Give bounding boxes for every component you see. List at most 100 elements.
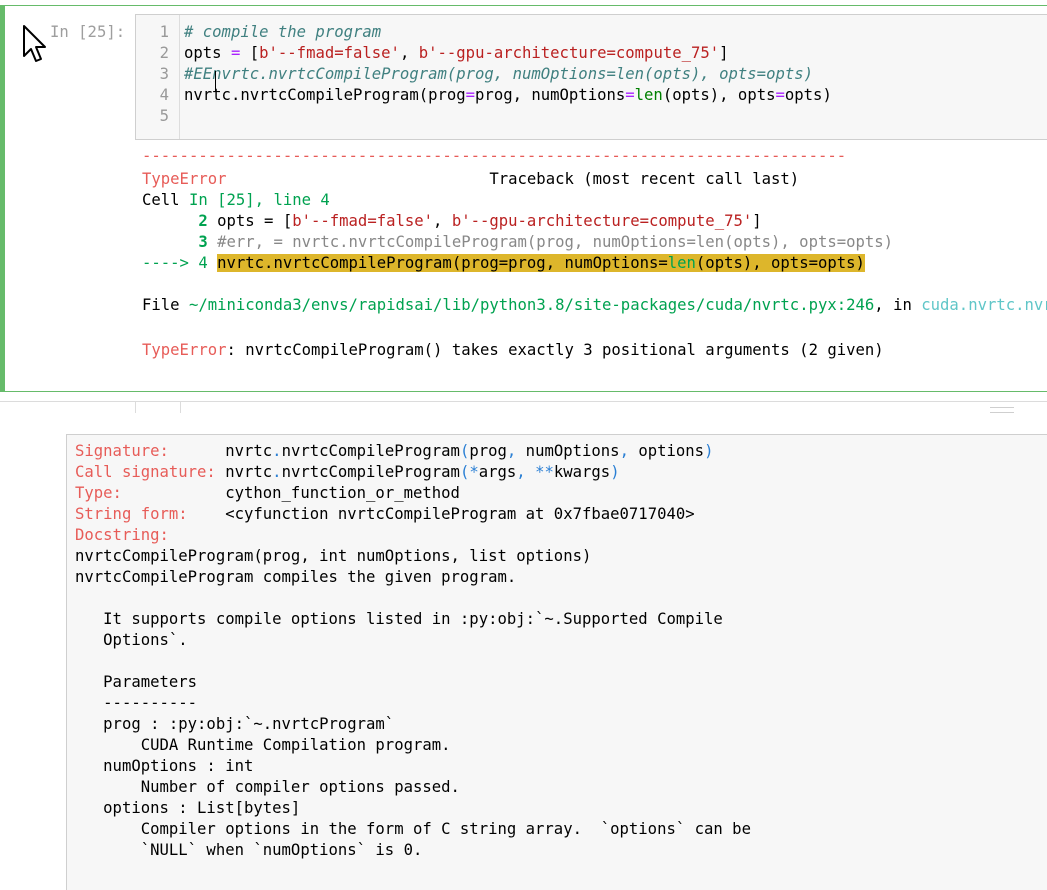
- line-number: 2: [159, 44, 169, 62]
- line-number: 3: [142, 233, 218, 251]
- cell-bottom-border: [0, 391, 1047, 392]
- line-number: 5: [159, 107, 169, 125]
- docstring-line: prog : :py:obj:`~.nvrtcProgram`: [75, 715, 395, 733]
- sig-token: *: [469, 463, 479, 481]
- code-token: b'--fmad=false': [292, 212, 434, 230]
- traceback-label: Traceback (most recent call last): [226, 170, 800, 188]
- sig-token: (: [459, 442, 470, 460]
- code-token: ]: [752, 212, 762, 230]
- sig-token: nvrtc: [225, 442, 273, 460]
- traceback-line-2: 2 opts = [b'--fmad=false', b'--gpu-archi…: [142, 211, 762, 232]
- code-token: [: [240, 44, 260, 62]
- code-token: =: [465, 86, 476, 104]
- gutter-tick: [135, 401, 181, 413]
- sig-token: .: [272, 463, 282, 481]
- traceback-file-line: File ~/miniconda3/envs/rapidsai/lib/pyth…: [142, 295, 1047, 316]
- docstring-line: Number of compiler options passed.: [75, 778, 460, 796]
- pager-signature: Signature: nvrtc.nvrtcCompileProgram(pro…: [75, 441, 713, 462]
- pager-call-signature: Call signature: nvrtc.nvrtcCompileProgra…: [75, 462, 620, 483]
- cell-label: Cell: [142, 191, 189, 209]
- file-path-link[interactable]: ~/miniconda3/envs/rapidsai/lib/python3.8…: [189, 296, 874, 314]
- cell-selection-bar: [0, 6, 5, 392]
- docstring-line: numOptions : int: [75, 757, 254, 775]
- code-token: nvrtc.nvrtcCompileProgram(prog: [184, 86, 466, 104]
- line-number: 1: [159, 23, 169, 41]
- error-arrow: ----> 4: [142, 254, 218, 272]
- code-token: nvrtc.nvrtcCompileProgram(prog=prog, num…: [217, 254, 668, 272]
- docstring-line: ----------: [75, 694, 198, 712]
- code-token: prog, numOptions: [475, 86, 626, 104]
- sig-token: ,: [516, 463, 526, 481]
- sig-token: nvrtcCompileProgram: [281, 442, 460, 460]
- sig-token: args: [478, 463, 517, 481]
- code-token: (opts), opts=opts): [695, 254, 865, 272]
- code-token: opts: [184, 44, 231, 62]
- sig-token: (: [459, 463, 470, 481]
- code-token: opts = [: [217, 212, 293, 230]
- field-value: cython_function_or_method: [225, 484, 460, 502]
- input-prompt: In [25]:: [50, 23, 126, 41]
- sig-token: ): [610, 463, 620, 481]
- traceback-header: TypeError Traceback (most recent call la…: [142, 169, 799, 190]
- code-editor[interactable]: 1 2 3 4 5 # compile the program opts = […: [135, 14, 1047, 140]
- code-token: =: [625, 86, 635, 104]
- cell-line-ref: In [25], line 4: [188, 191, 330, 209]
- sig-token: nvrtcCompileProgram: [281, 463, 460, 481]
- code-token: ]: [719, 44, 729, 62]
- sig-token: prog: [469, 442, 507, 460]
- code-line-1[interactable]: # compile the program: [184, 23, 381, 41]
- code-token: ,: [399, 44, 419, 62]
- sig-token: numOptions: [516, 442, 620, 460]
- line-number: 3: [159, 65, 169, 83]
- sig-token: options: [628, 442, 705, 460]
- file-in: , in: [874, 296, 922, 314]
- text-cursor: [215, 71, 216, 91]
- field-value: <cyfunction nvrtcCompileProgram at 0x7fb…: [225, 505, 695, 523]
- docstring-line: Parameters: [75, 673, 198, 691]
- docstring-line: Compiler options in the form of C string…: [75, 820, 751, 838]
- traceback-line-3: 3 #err, = nvrtc.nvrtcCompileProgram(prog…: [142, 232, 893, 253]
- traceback-cell-ref: Cell In [25], line 4: [142, 190, 330, 211]
- mouse-pointer-icon: [22, 24, 48, 68]
- code-token: (opts), opts: [662, 86, 776, 104]
- error-type: TypeError: [142, 341, 227, 359]
- code-token: b'--gpu-architecture=compute_75': [418, 44, 720, 62]
- field-label: Type:: [75, 484, 226, 502]
- docstring-line: nvrtcCompileProgram compiles the given p…: [75, 568, 517, 586]
- docstring-line: CUDA Runtime Compilation program.: [75, 736, 451, 754]
- code-token: b'--fmad=false': [259, 44, 400, 62]
- sig-token: kwargs: [553, 463, 611, 481]
- pager-string-form: String form: <cyfunction nvrtcCompilePro…: [75, 504, 695, 525]
- docstring-line: nvrtcCompileProgram(prog, int numOptions…: [75, 547, 592, 565]
- line-number: 4: [159, 86, 169, 104]
- field-label: String form:: [75, 505, 226, 523]
- docstring-line: Options`.: [75, 631, 188, 649]
- field-label: Call signature:: [75, 463, 226, 481]
- code-token: len: [634, 86, 663, 104]
- code-token: b'--gpu-architecture=compute_75': [451, 212, 753, 230]
- line-number: 2: [142, 212, 218, 230]
- docstring-line: `NULL` when `numOptions` is 0.: [75, 841, 423, 859]
- highlighted-code: nvrtc.nvrtcCompileProgram(prog=prog, num…: [217, 254, 865, 272]
- code-token: ,: [433, 212, 452, 230]
- code-line-2[interactable]: opts = [b'--fmad=false', b'--gpu-archite…: [184, 44, 729, 62]
- pager-resize-handle[interactable]: [990, 407, 1014, 413]
- error-message: : nvrtcCompileProgram() takes exactly 3 …: [226, 341, 884, 359]
- sig-token: **: [525, 463, 554, 481]
- sig-token: ,: [619, 442, 629, 460]
- code-token: =: [775, 86, 785, 104]
- line-number-gutter: 1 2 3 4 5: [136, 15, 180, 139]
- notebook-code-cell[interactable]: In [25]: 1 2 3 4 5 # compile the program…: [0, 6, 1047, 392]
- help-pager[interactable]: Signature: nvrtc.nvrtcCompileProgram(pro…: [66, 434, 1047, 890]
- sig-token: ,: [506, 442, 517, 460]
- code-line-4[interactable]: nvrtc.nvrtcCompileProgram(prog=prog, num…: [184, 86, 832, 104]
- sig-token: .: [272, 442, 282, 460]
- pager-type: Type: cython_function_or_method: [75, 483, 460, 504]
- docstring-line: It supports compile options listed in :p…: [75, 610, 723, 628]
- traceback-line-4: ----> 4 nvrtc.nvrtcCompileProgram(prog=p…: [142, 253, 865, 274]
- code-line-3[interactable]: #EEnvrtc.nvrtcCompileProgram(prog, numOp…: [184, 65, 813, 83]
- sig-token: nvrtc: [225, 463, 273, 481]
- file-label: File: [142, 296, 189, 314]
- traceback-error-message: TypeError: nvrtcCompileProgram() takes e…: [142, 340, 884, 361]
- code-token: opts): [784, 86, 832, 104]
